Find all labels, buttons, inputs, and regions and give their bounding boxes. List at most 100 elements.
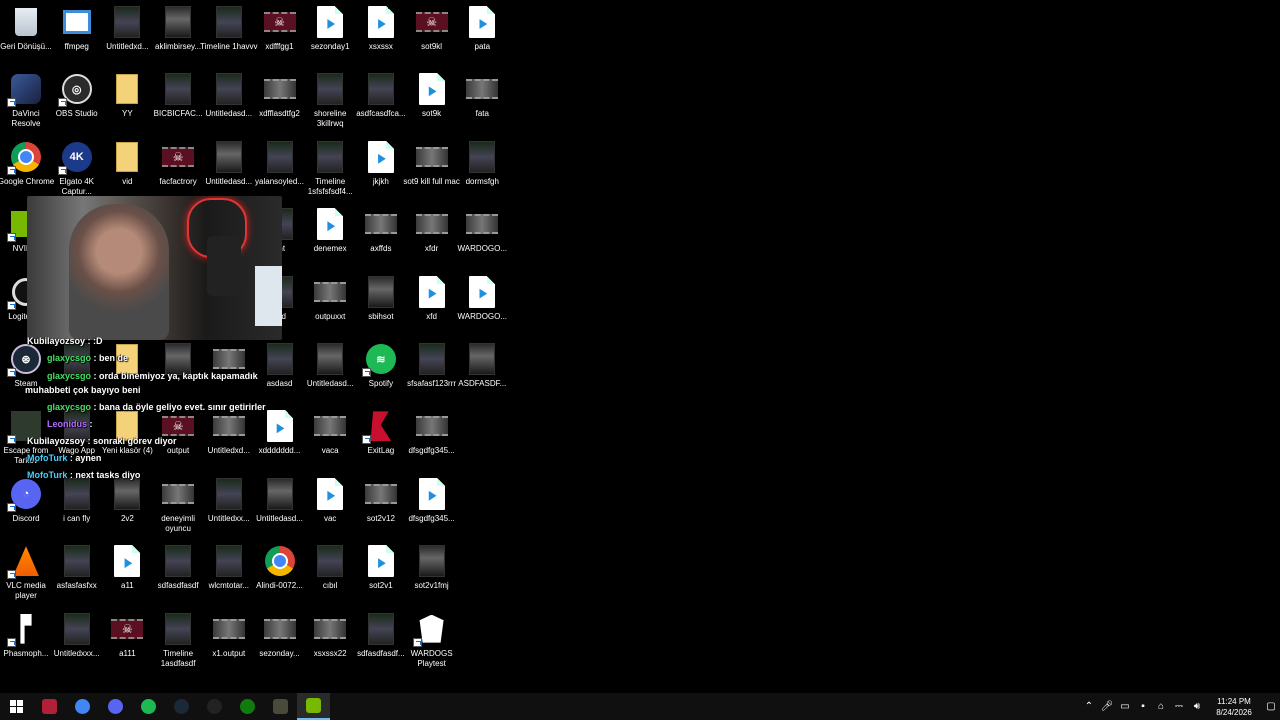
desktop-icon[interactable]: VLC media player — [1, 541, 51, 607]
usb-icon[interactable]: ⎓ — [1171, 699, 1187, 715]
desktop-icon[interactable]: ☠ xdfffgg1 — [255, 2, 305, 68]
desktop-icon[interactable]: 2v2 — [102, 474, 152, 540]
desktop-icon[interactable]: xsxssx — [356, 2, 406, 68]
desktop-icon[interactable]: Alindi-0072... — [255, 541, 305, 607]
desktop-icon[interactable]: Geri Dönüşü... — [0, 2, 52, 68]
desktop-icon[interactable]: ☠ a111 — [102, 609, 152, 675]
desktop-icon[interactable]: xfd — [407, 272, 457, 338]
taskbar-app-button[interactable] — [297, 693, 330, 720]
desktop-icon[interactable]: ASDFASDF... — [457, 339, 507, 405]
desktop-icon[interactable]: Untitledasd... — [305, 339, 355, 405]
desktop-icon[interactable]: xfdr — [407, 204, 457, 270]
desktop-icon[interactable]: Timeline 1asdfasdf — [153, 609, 203, 675]
desktop-icon[interactable]: vac — [305, 474, 355, 540]
taskbar-app-button[interactable] — [132, 693, 165, 720]
desktop-icon[interactable]: Untitledxxx... — [52, 609, 102, 675]
desktop-icon[interactable]: i can fly — [52, 474, 102, 540]
desktop-icon[interactable]: sot9k — [407, 69, 457, 135]
desktop-icon[interactable]: 4K Elgato 4K Captur... — [52, 137, 102, 203]
desktop-icon[interactable]: ExitLag — [356, 406, 406, 472]
desktop-icon[interactable]: Phasmoph... — [1, 609, 51, 675]
desktop-icon[interactable]: cıbıl — [305, 541, 355, 607]
desktop-icon[interactable]: vid — [102, 137, 152, 203]
desktop-icon[interactable]: sezonday... — [255, 609, 305, 675]
taskbar-app-button[interactable] — [99, 693, 132, 720]
clock[interactable]: 11:24 PM 8/24/2026 — [1210, 696, 1258, 718]
desktop-icon[interactable]: fata — [457, 69, 507, 135]
desktop-icon[interactable]: ⊛ Steam — [1, 339, 51, 405]
nvidia-tray-icon[interactable]: ▪ — [1135, 699, 1151, 715]
desktop-icon[interactable]: ☠ facfactrory — [153, 137, 203, 203]
video-icon-shape — [114, 477, 141, 510]
discord-icon: ◔ — [7, 478, 42, 512]
desktop-icon[interactable]: ☠ sot9kl — [407, 2, 457, 68]
desktop-icon[interactable]: WARDOGO... — [457, 204, 507, 270]
desktop-icon[interactable]: dfsgdfg345... — [407, 406, 457, 472]
desktop-icon[interactable]: asdasd — [255, 339, 305, 405]
desktop-icon[interactable]: Untitledxd... — [102, 2, 152, 68]
desktop-icon[interactable]: dfsgdfg345... — [407, 474, 457, 540]
chevron-up-icon[interactable]: ⌃ — [1081, 699, 1097, 715]
desktop-icon[interactable]: ◔ Discord — [1, 474, 51, 540]
notifications-icon[interactable]: ▢ — [1263, 699, 1279, 715]
taskbar-app-button[interactable] — [198, 693, 231, 720]
desktop-icon[interactable]: WARDOGO... — [457, 272, 507, 338]
taskbar-app-button[interactable] — [165, 693, 198, 720]
taskbar-app-button[interactable] — [66, 693, 99, 720]
desktop-icon[interactable]: denemex — [305, 204, 355, 270]
desktop-icon[interactable]: sdfasdfasdf — [153, 541, 203, 607]
ghub-icon — [207, 699, 222, 714]
desktop-icon[interactable]: asfasfasfxx — [52, 541, 102, 607]
desktop-icon[interactable]: sezonday1 — [305, 2, 355, 68]
desktop-icon[interactable]: Google Chrome — [0, 137, 54, 203]
network-icon[interactable]: ⌂ — [1153, 699, 1169, 715]
desktop-icon-label: denemex — [313, 244, 347, 254]
desktop-icon[interactable]: sot2v12 — [356, 474, 406, 540]
desktop-icon[interactable]: deneyimli oyuncu — [153, 474, 203, 540]
desktop-icon[interactable]: sfsafasf123rrr — [407, 339, 457, 405]
desktop-icon[interactable]: jkjkh — [356, 137, 406, 203]
display-icon[interactable]: ▭ — [1117, 699, 1133, 715]
desktop-icon[interactable]: xdfflasdtfg2 — [255, 69, 305, 135]
desktop-icon[interactable]: dormsfgh — [457, 137, 507, 203]
desktop-icon[interactable]: Timeline 1havvv — [200, 2, 258, 68]
desktop-icon[interactable]: sbihsot — [356, 272, 406, 338]
desktop-icon[interactable]: DaVinci Resolve — [1, 69, 51, 135]
desktop-icon[interactable]: Untitledxd... — [204, 406, 254, 472]
desktop-icon[interactable]: asdfcasdfca... — [356, 69, 406, 135]
volume-icon[interactable]: 🔊︎ — [1189, 699, 1205, 715]
desktop-icon[interactable]: BICBICFAC... — [153, 69, 203, 135]
desktop-icon[interactable]: x1.output — [204, 609, 254, 675]
desktop-icon[interactable]: sot2v1fmj — [407, 541, 457, 607]
desktop-icon[interactable]: sot9 kill full mac — [403, 137, 460, 203]
desktop-icon[interactable]: pata — [457, 2, 507, 68]
taskbar-app-button[interactable] — [33, 693, 66, 720]
desktop-icon[interactable]: Untitledxx... — [204, 474, 254, 540]
desktop-icon[interactable]: Untitledasd... — [204, 69, 254, 135]
taskbar-app-button[interactable] — [264, 693, 297, 720]
microphone-icon[interactable]: 🎤︎ — [1099, 699, 1115, 715]
desktop-icon[interactable]: a11 — [102, 541, 152, 607]
desktop-icon[interactable]: xsxssx22 — [305, 609, 355, 675]
desktop-icon[interactable]: Untitledasd... — [255, 474, 305, 540]
desktop-icon[interactable]: YY — [102, 69, 152, 135]
desktop-icon[interactable]: ≋ Spotify — [356, 339, 406, 405]
desktop-icon[interactable]: aklimbirsey... — [153, 2, 203, 68]
desktop-icon[interactable]: ◎ OBS Studio — [52, 69, 102, 135]
desktop-icon[interactable]: vaca — [305, 406, 355, 472]
desktop-icon[interactable]: shoreline 3killrwq — [305, 69, 355, 135]
desktop-icon[interactable]: wlcmtotar... — [204, 541, 254, 607]
desktop-icon[interactable]: Untitledasd... — [204, 137, 254, 203]
desktop-icon[interactable]: yalansoyled... — [255, 137, 305, 203]
desktop-icon[interactable]: outpuxxt — [305, 272, 355, 338]
desktop-icon[interactable]: xddddddd... — [255, 406, 305, 472]
desktop-icon[interactable]: ffmpeg — [52, 2, 102, 68]
taskbar-app-button[interactable] — [231, 693, 264, 720]
desktop-icon[interactable]: sot2v1 — [356, 541, 406, 607]
start-button[interactable] — [0, 693, 33, 720]
desktop-icon[interactable]: WARDOGS Playtest — [407, 609, 457, 675]
desktop-icon[interactable]: axffds — [356, 204, 406, 270]
desktop-icon[interactable]: sdfasdfasdf... — [356, 609, 406, 675]
chat-username: glaxycsgo — [47, 371, 92, 381]
desktop-icon[interactable]: Timeline 1sfsfsfsdf4... — [305, 137, 355, 203]
